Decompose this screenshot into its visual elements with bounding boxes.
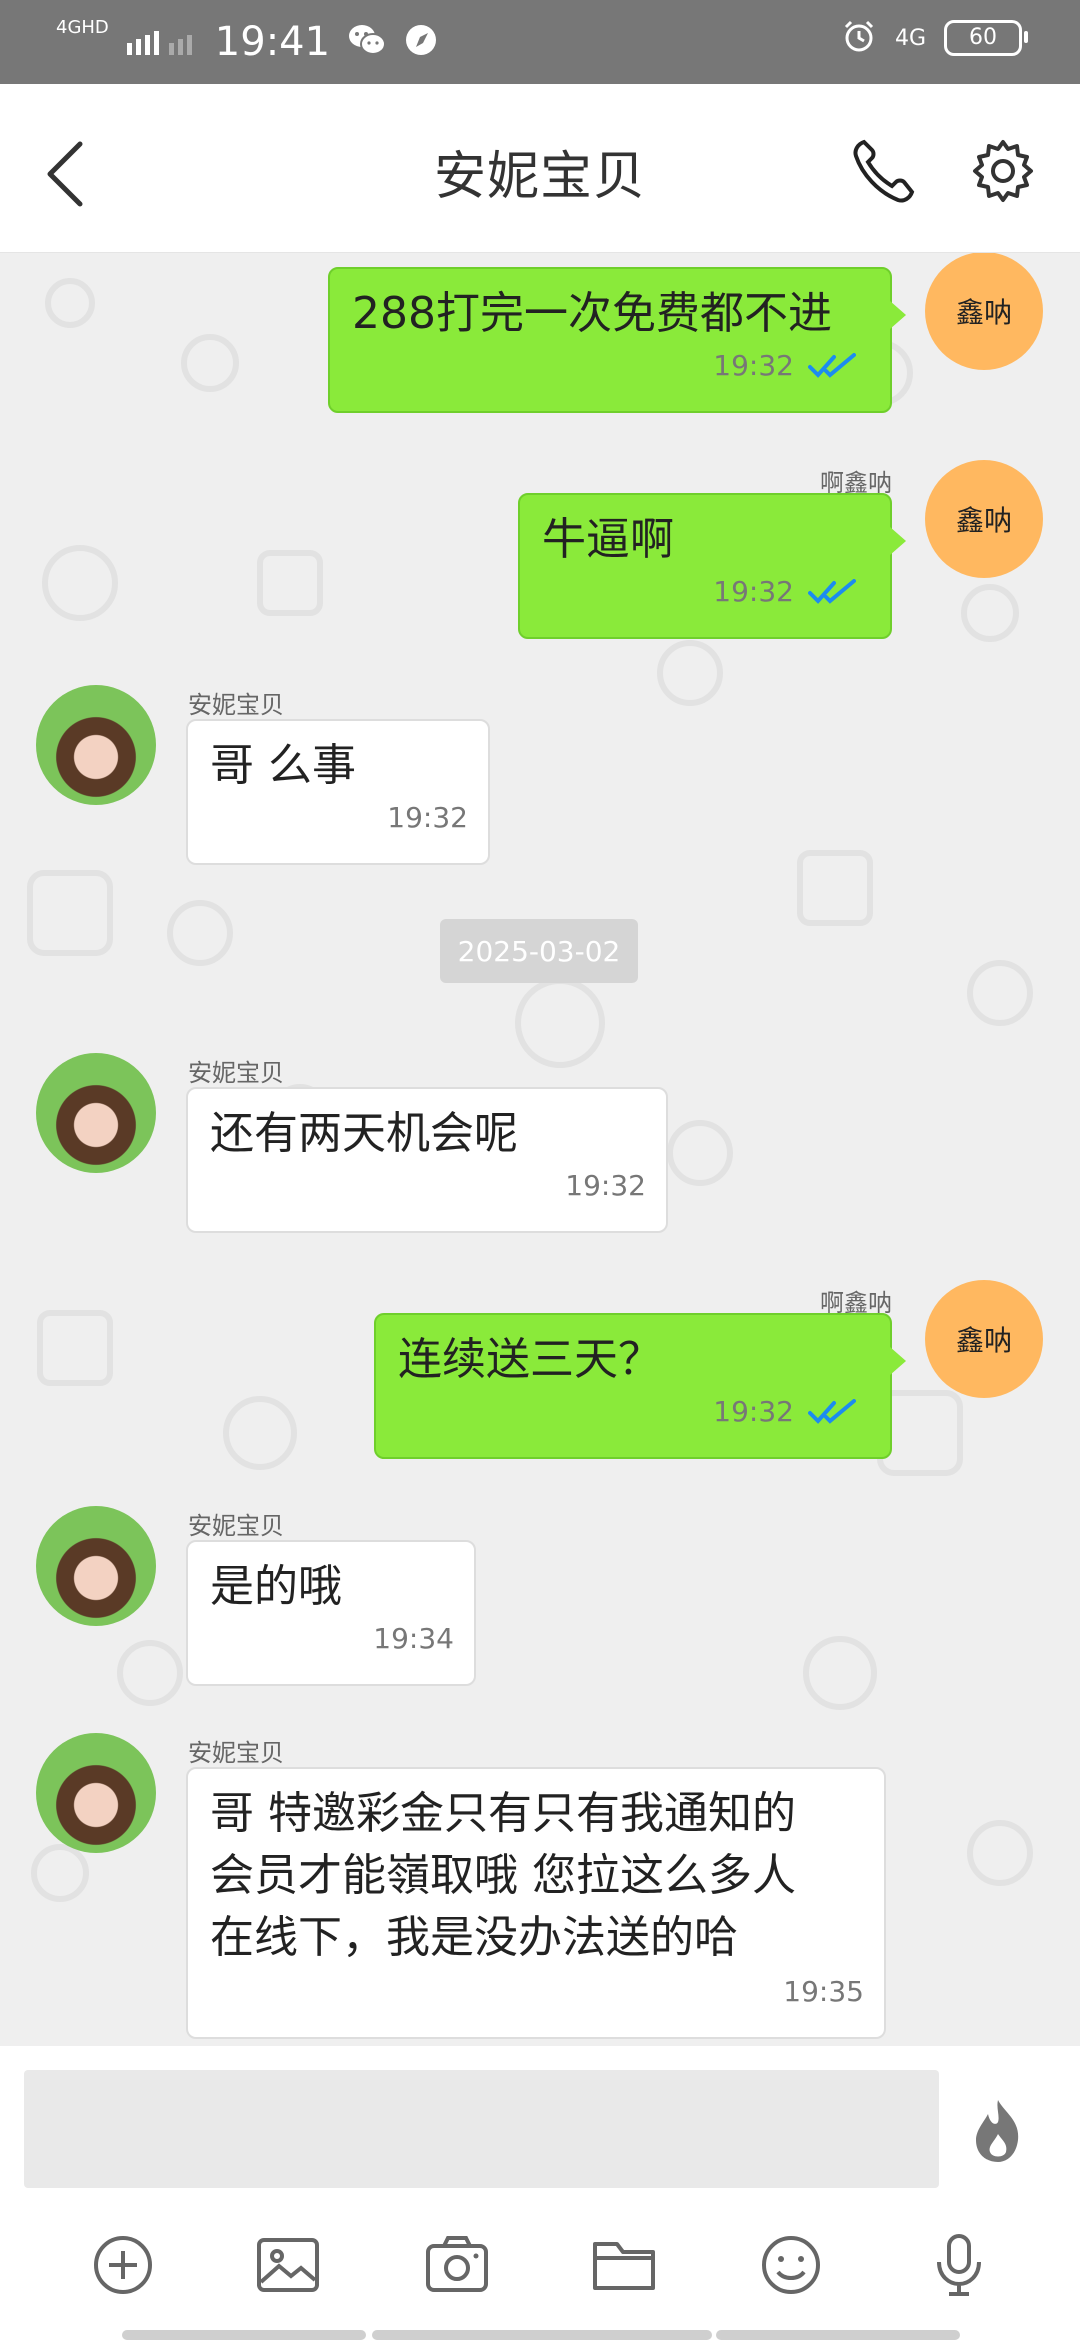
camera-button[interactable] <box>422 2230 492 2300</box>
sender-name: 安妮宝贝 <box>188 691 284 719</box>
bottom-toolbar <box>0 2206 1080 2340</box>
read-check-icon <box>808 353 856 379</box>
message-meta: 19:34 <box>373 1608 454 1670</box>
bottom-indicator <box>122 2330 366 2340</box>
voice-button[interactable] <box>924 2230 994 2300</box>
message-meta: 19:32 <box>565 1155 646 1217</box>
fire-icon <box>976 2100 1019 2162</box>
sender-name: 安妮宝贝 <box>188 1059 284 1087</box>
microphone-icon <box>937 2234 981 2296</box>
network-label: 4GHD <box>56 17 109 38</box>
network-4g: 4G <box>894 25 926 51</box>
read-check-icon <box>808 1399 856 1425</box>
message-meta: 19:32 <box>713 335 856 397</box>
message-line: 在线下，我是没办法送的哈 <box>210 1912 738 1963</box>
message-time: 19:32 <box>387 801 468 834</box>
camera-icon <box>426 2236 488 2292</box>
status-time: 19:41 <box>214 19 331 65</box>
read-check-icon <box>808 579 856 605</box>
alarm-icon <box>841 18 877 58</box>
message-bubble[interactable]: 哥 么事 19:32 <box>186 719 490 865</box>
chat-area[interactable]: 鑫呐 288打完一次免费都不进 19:32 啊鑫呐 鑫呐 牛逼啊 19:32 安… <box>0 253 1080 2046</box>
battery-indicator: 60 <box>944 20 1028 56</box>
folder-icon <box>593 2242 655 2290</box>
message-bubble[interactable]: 288打完一次免费都不进 19:32 <box>328 267 906 413</box>
message-meta: 19:32 <box>387 787 468 849</box>
emoji-icon <box>762 2236 820 2294</box>
avatar[interactable] <box>36 685 156 805</box>
message-meta: 19:32 <box>713 561 856 623</box>
message-line: 哥 特邀彩金只有只有我通知的 <box>210 1788 796 1839</box>
avatar[interactable] <box>36 1733 156 1853</box>
date-divider: 2025-03-02 <box>440 919 638 983</box>
message-line: 会员才能嶺取哦 您拉这么多人 <box>210 1850 796 1901</box>
message-meta: 19:35 <box>783 1961 864 2023</box>
bottom-indicator <box>716 2330 960 2340</box>
avatar[interactable]: 鑫呐 <box>925 1280 1043 1398</box>
emoji-button[interactable] <box>756 2230 826 2300</box>
message-time: 19:34 <box>373 1622 454 1655</box>
message-bubble[interactable]: 还有两天机会呢 19:32 <box>186 1087 668 1233</box>
message-time: 19:32 <box>713 349 794 382</box>
settings-button[interactable] <box>968 136 1038 206</box>
status-bar: 4GHD 19:41 4G 60 <box>0 0 1080 84</box>
avatar[interactable] <box>36 1053 156 1173</box>
gear-icon <box>973 140 1033 202</box>
compass-icon <box>404 23 438 61</box>
message-time: 19:32 <box>565 1169 646 1202</box>
avatar[interactable]: 鑫呐 <box>925 460 1043 578</box>
message-input[interactable] <box>24 2070 939 2188</box>
message-bubble[interactable]: 连续送三天？ 19:32 <box>374 1313 906 1459</box>
chat-header: 安妮宝贝 <box>0 84 1080 253</box>
phone-icon <box>853 139 915 203</box>
sender-name: 安妮宝贝 <box>188 1512 284 1540</box>
hot-button[interactable] <box>970 2098 1026 2164</box>
avatar[interactable] <box>36 1506 156 1626</box>
message-time: 19:32 <box>713 575 794 608</box>
file-button[interactable] <box>589 2230 659 2300</box>
signal-icon <box>126 25 197 59</box>
message-bubble[interactable]: 哥 特邀彩金只有只有我通知的 会员才能嶺取哦 您拉这么多人 在线下，我是没办法送… <box>186 1767 886 2039</box>
add-button[interactable] <box>88 2230 158 2300</box>
bottom-indicator <box>372 2330 712 2340</box>
image-button[interactable] <box>253 2230 323 2300</box>
plus-circle-icon <box>94 2236 152 2294</box>
message-bubble[interactable]: 牛逼啊 19:32 <box>518 493 906 639</box>
message-meta: 19:32 <box>713 1381 856 1443</box>
message-time: 19:35 <box>783 1975 864 2008</box>
avatar[interactable]: 鑫呐 <box>925 253 1043 370</box>
sender-name: 安妮宝贝 <box>188 1739 284 1767</box>
message-text: 哥 特邀彩金只有只有我通知的 会员才能嶺取哦 您拉这么多人 在线下，我是没办法送… <box>210 1783 862 1969</box>
wechat-icon <box>348 23 387 61</box>
message-bubble[interactable]: 是的哦 19:34 <box>186 1540 476 1686</box>
call-button[interactable] <box>850 136 920 206</box>
message-time: 19:32 <box>713 1395 794 1428</box>
image-icon <box>257 2238 319 2292</box>
